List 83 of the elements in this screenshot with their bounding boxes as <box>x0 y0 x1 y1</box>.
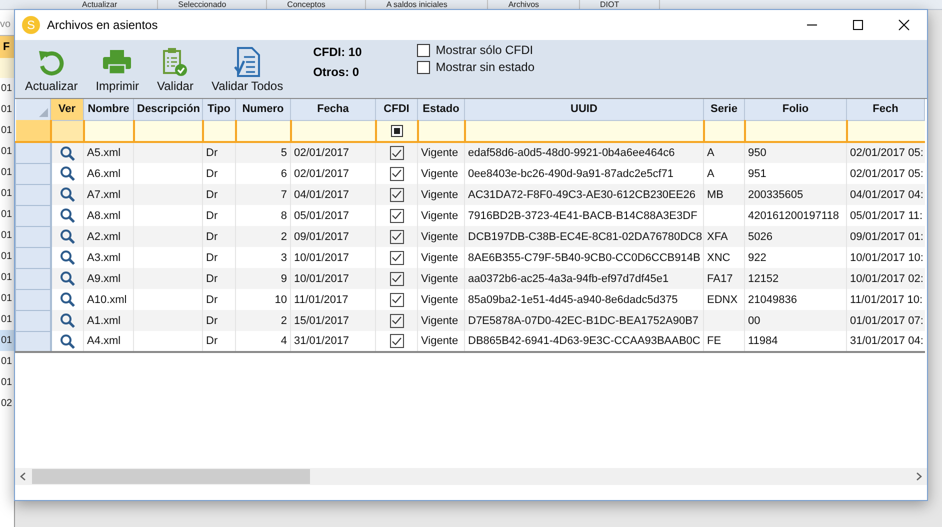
row-header <box>16 120 50 142</box>
app-logo: S <box>22 16 40 34</box>
checkbox[interactable] <box>390 208 404 222</box>
maximize-icon <box>852 19 864 31</box>
table-cell: 01 <box>0 330 14 351</box>
window-title: Archivos en asientos <box>47 18 158 32</box>
search-icon[interactable] <box>60 313 75 328</box>
count-label: CFDI: 10 <box>313 46 362 59</box>
horizontal-scrollbar[interactable] <box>15 468 927 485</box>
column-header[interactable]: Fech <box>846 99 924 120</box>
column-header[interactable]: Serie <box>704 99 744 120</box>
table-cell-text: 01 <box>0 145 14 159</box>
table-cell-text: 01 <box>0 271 14 285</box>
filter-cell <box>0 58 14 78</box>
search-icon[interactable] <box>60 208 75 223</box>
table-cell-text: 01 <box>0 166 14 180</box>
column-header[interactable]: UUID <box>464 99 704 120</box>
column-header[interactable]: Nombre <box>84 99 134 120</box>
search-icon[interactable] <box>60 229 75 244</box>
toolbar-button[interactable]: Validar <box>151 40 200 93</box>
toolbar-button[interactable]: Imprimir <box>90 40 146 93</box>
column-header[interactable]: Ver <box>50 99 84 120</box>
close-icon <box>898 19 910 31</box>
table-cell-text: 01 <box>0 313 14 327</box>
column-header[interactable]: Fecha <box>290 99 376 120</box>
column-header[interactable]: F <box>0 35 14 58</box>
checkbox[interactable] <box>390 314 404 328</box>
search-icon[interactable] <box>60 334 75 348</box>
search-icon[interactable] <box>60 250 75 265</box>
toolbar-button[interactable]: Actualizar <box>19 40 84 93</box>
table-cell-text: 01 <box>0 229 14 243</box>
row-header[interactable] <box>16 331 50 352</box>
checkbox[interactable] <box>390 292 404 306</box>
table-cell: 31/01/2017 04: <box>846 331 924 352</box>
table-cell: 4 <box>236 331 290 352</box>
checkbox[interactable] <box>390 272 404 286</box>
table-cell-text: 01 <box>0 250 14 264</box>
table-cell-text: 01 <box>0 82 14 96</box>
table-cell-text: 01 <box>0 376 14 390</box>
column-header[interactable]: Tipo <box>202 99 236 120</box>
table-cell: A4.xml <box>84 331 134 352</box>
search-icon[interactable] <box>60 187 75 202</box>
clipboard-check-icon <box>162 46 188 76</box>
scrollbar-thumb[interactable] <box>32 469 310 484</box>
filter-cell[interactable] <box>50 120 84 142</box>
column-header[interactable]: CFDI <box>376 99 418 120</box>
column-header[interactable]: Descripción <box>134 99 202 120</box>
table-cell-text: 01 <box>0 355 14 369</box>
checkbox[interactable] <box>416 60 430 74</box>
checkbox[interactable] <box>416 44 430 56</box>
document-check-icon <box>233 46 262 76</box>
table-cell: 11984 <box>744 331 846 352</box>
search-icon[interactable] <box>60 271 75 286</box>
toolbar-button[interactable]: Validar Todos <box>205 40 290 93</box>
count-label: Otros: 0 <box>313 66 360 79</box>
column-header[interactable]: Folio <box>744 99 846 120</box>
column-header[interactable]: Numero <box>236 99 290 120</box>
table-cell: 31/01/2017 <box>290 331 376 352</box>
table-cell-text: 02 <box>0 397 14 411</box>
table-cell-text: 01 <box>0 208 14 222</box>
printer-icon <box>102 48 132 74</box>
breadcrumb-text: vo <box>0 18 12 32</box>
checkbox[interactable] <box>390 188 404 202</box>
checkbox[interactable] <box>390 230 404 244</box>
checkbox-label[interactable]: Mostrar sin estado <box>436 60 534 74</box>
checkbox[interactable] <box>390 250 404 264</box>
column-header[interactable]: Estado <box>418 99 464 120</box>
checkbox[interactable] <box>390 166 404 180</box>
table-cell: FE <box>704 331 744 352</box>
table-cell-text: 01 <box>0 103 14 117</box>
table-cell: DB865B42-6941-4D63-9E3C-CCAA93BAAB0C <box>464 331 704 352</box>
search-icon[interactable] <box>60 146 75 160</box>
checkbox[interactable] <box>390 334 404 348</box>
checkbox[interactable] <box>390 146 404 160</box>
filter-checkbox[interactable] <box>390 124 402 137</box>
table-cell: Vigente <box>418 331 464 352</box>
table-cell-text: 01 <box>0 292 14 306</box>
table-cell: Dr <box>202 331 236 352</box>
search-icon[interactable] <box>60 292 75 307</box>
table-cell-text: 01 <box>0 187 14 201</box>
checkbox-label[interactable]: Mostrar sólo CFDI <box>436 43 534 57</box>
search-icon[interactable] <box>60 166 75 181</box>
table-cell-text: 01 <box>0 124 14 138</box>
